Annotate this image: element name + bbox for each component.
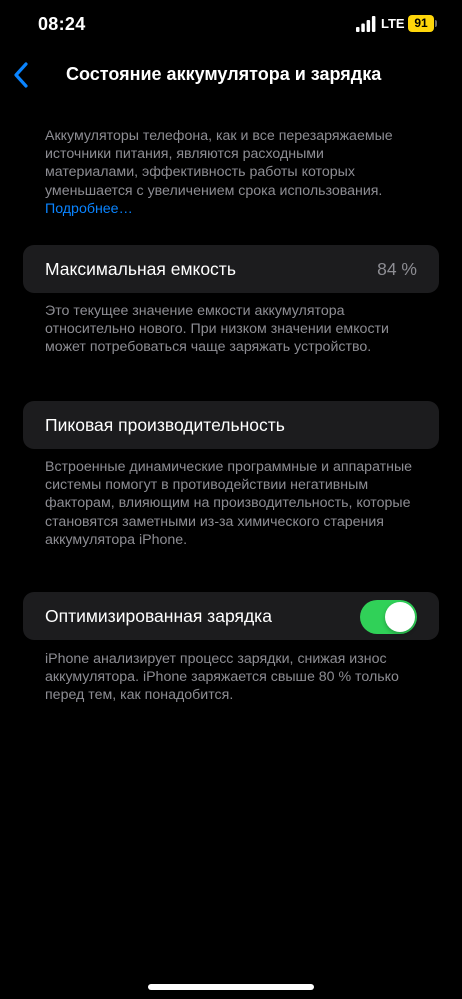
optimized-charging-toggle[interactable] <box>360 600 417 634</box>
status-bar: 08:24 LTE 91 <box>0 0 462 50</box>
chevron-left-icon[interactable] <box>12 62 30 88</box>
nav-bar: Состояние аккумулятора и зарядка <box>0 50 462 98</box>
peak-performance-label: Пиковая производительность <box>45 415 285 435</box>
max-capacity-label: Максимальная емкость <box>45 259 236 279</box>
signal-icon <box>356 16 376 32</box>
peak-performance-footnote: Встроенные динамические программные и ап… <box>45 459 413 548</box>
learn-more-link[interactable]: Подробнее… <box>45 201 133 217</box>
status-time: 08:24 <box>38 14 86 34</box>
toggle-knob <box>385 602 415 632</box>
intro-description: Аккумуляторы телефона, как и все перезар… <box>45 128 393 199</box>
home-indicator[interactable] <box>148 984 314 990</box>
max-capacity-footnote: Это текущее значение емкости аккумулятор… <box>45 303 389 356</box>
battery-level: 91 <box>408 15 434 32</box>
network-type: LTE <box>381 16 405 31</box>
optimized-charging-footnote: iPhone анализирует процесс зарядки, сниж… <box>45 651 399 704</box>
max-capacity-row: Максимальная емкость 84 % <box>23 245 439 293</box>
battery-icon: 91 <box>408 15 438 32</box>
optimized-charging-row: Оптимизированная зарядка <box>23 592 439 640</box>
max-capacity-value: 84 % <box>377 259 417 279</box>
peak-performance-row: Пиковая производительность <box>23 401 439 449</box>
intro-text: Аккумуляторы телефона, как и все перезар… <box>45 127 415 218</box>
battery-cap <box>435 20 437 27</box>
optimized-charging-label: Оптимизированная зарядка <box>45 606 272 626</box>
page-title: Состояние аккумулятора и зарядка <box>66 64 382 84</box>
